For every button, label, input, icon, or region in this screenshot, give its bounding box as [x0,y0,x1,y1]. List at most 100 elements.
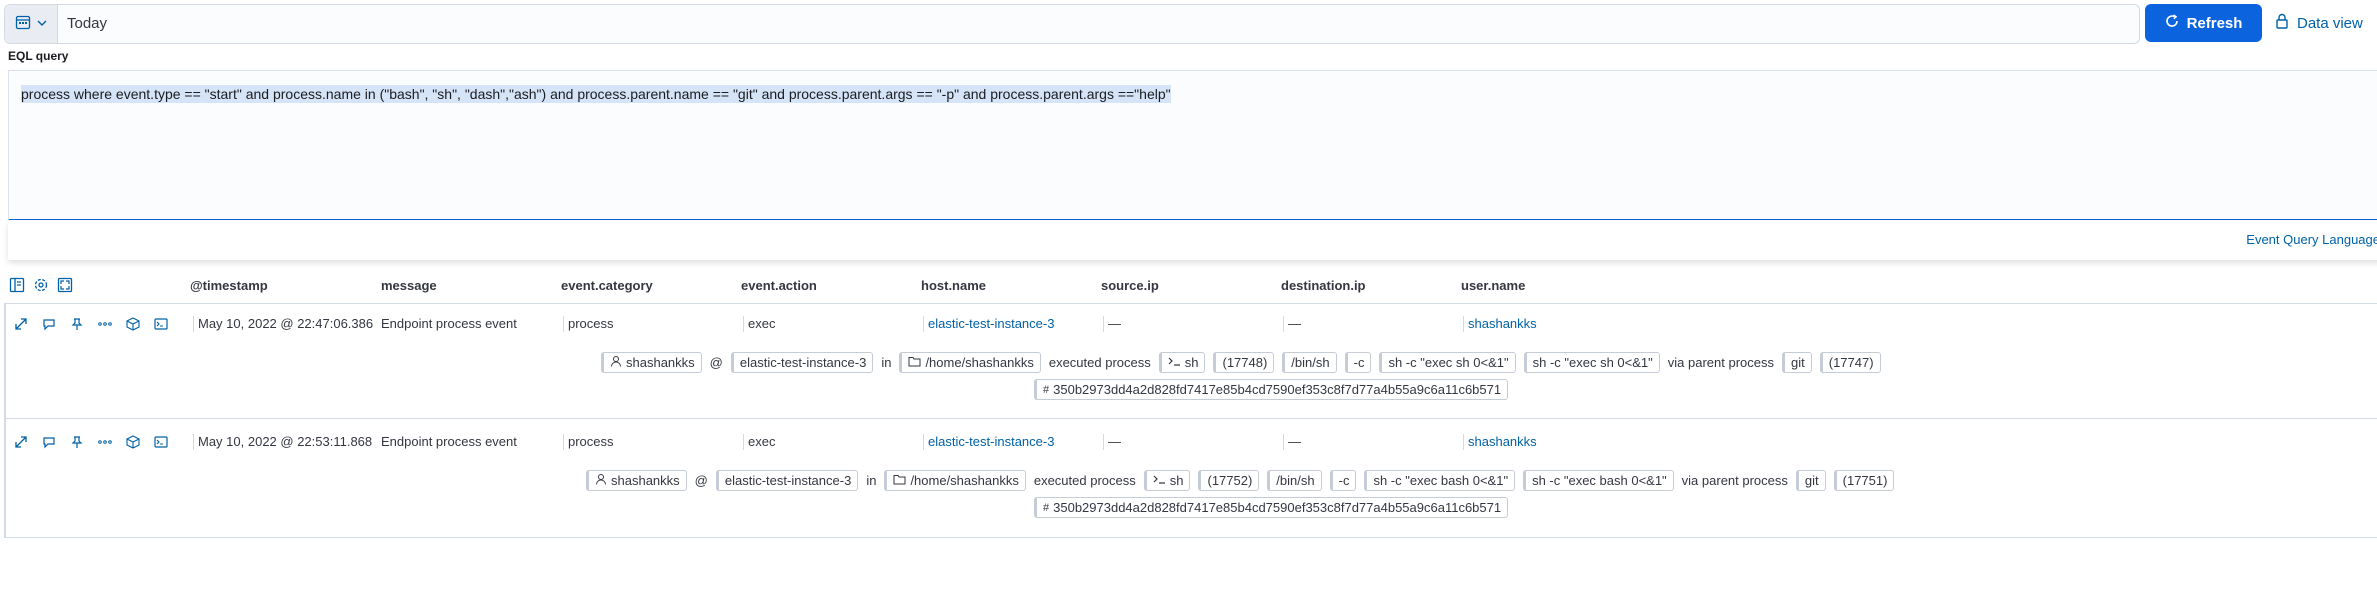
date-quick-menu-button[interactable] [5,5,58,43]
via-parent-text: via parent process [1681,473,1788,488]
row-divider [4,418,2377,419]
cell-source-ip[interactable]: — [1103,316,1121,332]
column-header-destination-ip[interactable]: destination.ip [1281,278,1366,293]
row-indicator [4,419,6,537]
process-row-renderer: shashankks @ elastic-test-instance-3 in … [601,352,1881,373]
process-arg-badge[interactable]: sh -c "exec bash 0<&1" [1364,470,1516,491]
column-header-user-name[interactable]: user.name [1461,278,1525,293]
process-path-badge[interactable]: /bin/sh [1267,470,1322,491]
eql-query-editor[interactable]: process where event.type == "start" and … [8,70,2377,221]
parent-process-badge[interactable]: git [1782,352,1812,373]
date-range-value[interactable]: Today [67,5,107,43]
process-args-badge[interactable]: sh -c "exec bash 0<&1" [1523,470,1674,491]
cell-source-ip[interactable]: — [1103,434,1121,450]
hash-icon: # [1043,501,1050,514]
more-actions-icon[interactable] [98,435,112,449]
row-actions [14,435,168,449]
refresh-icon [2165,14,2179,32]
cell-event-category[interactable]: process [563,316,614,332]
cell-message[interactable]: Endpoint process event [381,434,517,450]
date-picker[interactable]: Today [4,4,2140,44]
header-divider [4,303,2377,304]
process-row-renderer: shashankks @ elastic-test-instance-3 in … [586,470,1895,491]
comment-icon[interactable] [42,317,56,331]
cell-message[interactable]: Endpoint process event [381,316,517,332]
cell-user-name[interactable]: shashankks [1463,316,1537,332]
analyze-event-icon[interactable] [126,317,140,331]
cell-timestamp[interactable]: May 10, 2022 @ 22:47:06.386 [193,316,373,332]
folder-icon [893,473,906,488]
process-path-badge[interactable]: /bin/sh [1282,352,1337,373]
column-header-source-ip[interactable]: source.ip [1101,278,1159,293]
process-hash-row: #350b2973dd4a2d828fd7417e85b4cd7590ef353… [1034,379,1509,400]
more-actions-icon[interactable] [98,317,112,331]
analyze-event-icon[interactable] [126,435,140,449]
gear-icon[interactable] [33,277,49,298]
comment-icon[interactable] [42,435,56,449]
row-divider [4,537,2377,538]
directory-badge[interactable]: /home/shashankks [884,470,1026,491]
cell-timestamp[interactable]: May 10, 2022 @ 22:53:11.868 [193,434,372,450]
column-header-host-name[interactable]: host.name [921,278,986,293]
column-header-timestamp[interactable]: @timestamp [190,278,268,293]
fullscreen-icon[interactable] [57,277,73,298]
session-view-icon[interactable] [154,317,168,331]
host-badge[interactable]: elastic-test-instance-3 [715,470,859,491]
cell-event-category[interactable]: process [563,434,614,450]
process-args-badge[interactable]: sh -c "exec sh 0<&1" [1523,352,1660,373]
cell-destination-ip[interactable]: — [1283,434,1301,450]
cell-event-action[interactable]: exec [743,316,775,332]
eql-query-text[interactable]: process where event.type == "start" and … [21,85,1171,103]
cell-destination-ip[interactable]: — [1283,316,1301,332]
expand-icon[interactable] [14,435,28,449]
pin-icon[interactable] [70,317,84,331]
cell-host-name[interactable]: elastic-test-instance-3 [923,316,1054,332]
process-arg-badge[interactable]: sh -c "exec sh 0<&1" [1379,352,1516,373]
lock-icon [2275,13,2289,33]
at-text: @ [694,473,708,488]
column-header-message[interactable]: message [381,278,437,293]
process-name-label: sh [1184,355,1199,370]
at-text: @ [709,355,723,370]
directory-badge-label: /home/shashankks [910,473,1019,488]
process-name-badge[interactable]: sh [1158,352,1206,373]
console-icon [1168,355,1181,370]
expand-icon[interactable] [14,317,28,331]
process-name-badge[interactable]: sh [1143,470,1191,491]
pin-icon[interactable] [70,435,84,449]
fields-browser-icon[interactable] [9,277,25,298]
process-arg-badge[interactable]: -c [1344,352,1372,373]
session-view-icon[interactable] [154,435,168,449]
process-name-label: sh [1169,473,1184,488]
eql-query-footer: Event Query Language [8,220,2377,260]
user-icon [610,355,622,370]
parent-pid-badge[interactable]: (17751) [1833,470,1895,491]
via-parent-text: via parent process [1667,355,1774,370]
directory-badge[interactable]: /home/shashankks [899,352,1041,373]
hash-badge-label: 350b2973dd4a2d828fd7417e85b4cd7590ef353c… [1053,382,1502,397]
process-arg-badge[interactable]: -c [1329,470,1357,491]
refresh-button[interactable]: Refresh [2145,4,2262,42]
row-indicator [4,304,6,418]
column-header-event-category[interactable]: event.category [561,278,653,293]
hash-badge[interactable]: #350b2973dd4a2d828fd7417e85b4cd7590ef353… [1034,497,1509,518]
user-badge-label: shashankks [611,473,680,488]
parent-process-badge[interactable]: git [1795,470,1826,491]
data-view-button[interactable]: Data view [2275,4,2363,42]
cell-user-name[interactable]: shashankks [1463,434,1537,450]
process-pid-badge[interactable]: (17752) [1198,470,1260,491]
hash-badge-label: 350b2973dd4a2d828fd7417e85b4cd7590ef353c… [1053,500,1502,515]
column-header-event-action[interactable]: event.action [741,278,817,293]
calendar-icon [15,14,31,35]
parent-pid-badge[interactable]: (17747) [1819,352,1881,373]
refresh-label: Refresh [2186,14,2243,32]
user-badge[interactable]: shashankks [601,352,702,373]
eql-docs-link[interactable]: Event Query Language [2246,232,2377,247]
process-pid-badge[interactable]: (17748) [1213,352,1275,373]
host-badge[interactable]: elastic-test-instance-3 [730,352,874,373]
user-icon [595,473,607,488]
hash-badge[interactable]: #350b2973dd4a2d828fd7417e85b4cd7590ef353… [1034,379,1509,400]
cell-host-name[interactable]: elastic-test-instance-3 [923,434,1054,450]
user-badge[interactable]: shashankks [586,470,687,491]
cell-event-action[interactable]: exec [743,434,775,450]
